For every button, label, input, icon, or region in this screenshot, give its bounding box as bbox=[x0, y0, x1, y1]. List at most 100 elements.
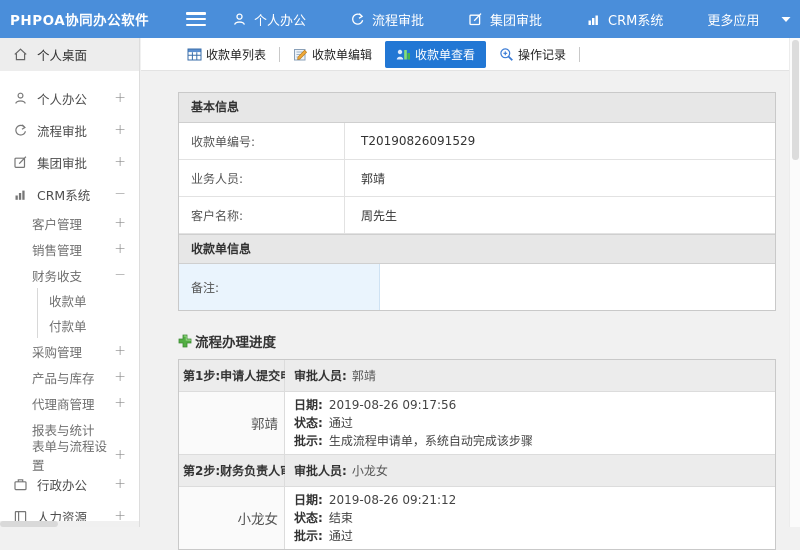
form-row-remark: 备注: bbox=[179, 264, 775, 310]
topnav-label: 集团审批 bbox=[490, 10, 542, 29]
topnav-label: 更多应用 bbox=[707, 10, 759, 29]
topnav-workflow-approval[interactable]: 流程审批 bbox=[350, 10, 424, 29]
tab-receipt-view[interactable]: 收款单查看 bbox=[385, 41, 486, 68]
detail-line-comment: 批示: 生成流程申请单，系统自动完成该步骤 bbox=[294, 432, 775, 450]
tab-label: 操作记录 bbox=[518, 46, 566, 63]
sidebar-item-label: 采购管理 bbox=[32, 342, 82, 361]
bar-chart-icon bbox=[13, 187, 28, 202]
tab-label: 收款单编辑 bbox=[312, 46, 372, 63]
main-area: 收款单列表 收款单编辑 收款单查看 操作记录 基本信息 收 bbox=[141, 38, 800, 527]
edit-icon bbox=[468, 12, 483, 27]
sidebar-item-label: 集团审批 bbox=[37, 153, 87, 172]
expand-indicator: + bbox=[114, 369, 126, 385]
topnav-more-apps[interactable]: 更多应用 bbox=[707, 10, 791, 29]
sidebar-item-purchase-mgmt[interactable]: 采购管理 + bbox=[0, 338, 139, 364]
receipt-view-content: 基本信息 收款单编号: T20190826091529 业务人员: 郭靖 客户名… bbox=[141, 71, 800, 550]
menu-toggle-icon[interactable] bbox=[186, 12, 206, 26]
flow-icon bbox=[350, 12, 365, 27]
expand-indicator: + bbox=[114, 343, 126, 359]
step-detail-lines: 日期:2019-08-26 09:21:12 状态:结束 批示:通过 bbox=[285, 487, 775, 549]
sidebar-item-personal-office[interactable]: 个人办公 + bbox=[0, 82, 139, 114]
sidebar-item-sales-mgmt[interactable]: 销售管理 + bbox=[0, 236, 139, 262]
bar-chart-icon bbox=[586, 12, 601, 27]
detail-label: 状态: bbox=[294, 416, 323, 430]
approver-value: 郭靖 bbox=[352, 369, 376, 383]
detail-label: 批示: bbox=[294, 434, 323, 448]
tab-receipt-edit[interactable]: 收款单编辑 bbox=[286, 42, 379, 67]
expand-indicator: + bbox=[114, 90, 126, 106]
sidebar-item-crm-system[interactable]: CRM系统 − bbox=[0, 178, 139, 210]
section-header-basic-info: 基本信息 bbox=[179, 93, 775, 123]
person-icon bbox=[13, 91, 28, 106]
sidebar-item-payment-order[interactable]: 付款单 bbox=[37, 313, 139, 338]
field-label: 收款单编号: bbox=[179, 123, 345, 159]
field-label: 业务人员: bbox=[179, 160, 345, 196]
edit-note-icon bbox=[293, 47, 308, 62]
briefcase-icon bbox=[13, 477, 28, 492]
sidebar-item-customer-mgmt[interactable]: 客户管理 + bbox=[0, 210, 139, 236]
edit-icon bbox=[13, 155, 28, 170]
form-row-business-person: 业务人员: 郭靖 bbox=[179, 160, 775, 197]
tab-separator bbox=[579, 47, 580, 62]
sidebar-item-label: 个人桌面 bbox=[37, 45, 87, 64]
sidebar-item-label: 产品与库存 bbox=[32, 368, 95, 387]
form-row-customer-name: 客户名称: 周先生 bbox=[179, 197, 775, 234]
tab-label: 收款单列表 bbox=[206, 46, 266, 63]
sidebar-item-finance[interactable]: 财务收支 − bbox=[0, 262, 139, 288]
horizontal-scrollbar[interactable] bbox=[0, 521, 140, 527]
sidebar-item-label: CRM系统 bbox=[37, 185, 90, 204]
field-label: 备注: bbox=[179, 264, 380, 310]
detail-value: 通过 bbox=[329, 529, 353, 543]
sidebar-item-group-approval[interactable]: 集团审批 + bbox=[0, 146, 139, 178]
detail-line-date: 日期:2019-08-26 09:17:56 bbox=[294, 396, 775, 414]
expand-indicator: + bbox=[114, 241, 126, 257]
sidebar-item-receipt-order[interactable]: 收款单 bbox=[37, 288, 139, 313]
add-icon bbox=[178, 334, 192, 348]
detail-value: 通过 bbox=[329, 416, 353, 430]
tab-operation-log[interactable]: 操作记录 bbox=[492, 42, 573, 67]
sidebar-item-label: 代理商管理 bbox=[32, 394, 95, 413]
topnav-label: CRM系统 bbox=[608, 10, 663, 29]
detail-value: 生成流程申请单，系统自动完成该步骤 bbox=[329, 434, 533, 448]
form-row-receipt-number: 收款单编号: T20190826091529 bbox=[179, 123, 775, 160]
sidebar-item-form-workflow-settings[interactable]: 表单与流程设置 + bbox=[0, 442, 139, 468]
workflow-progress-table: 第1步:申请人提交申请 审批人员:郭靖 郭靖 日期:2019-08-26 09:… bbox=[178, 359, 776, 550]
detail-value: 2019-08-26 09:17:56 bbox=[329, 398, 456, 412]
detail-line-date: 日期:2019-08-26 09:21:12 bbox=[294, 491, 775, 509]
field-value: T20190826091529 bbox=[345, 123, 775, 159]
topnav-personal-office[interactable]: 个人办公 bbox=[232, 10, 306, 29]
approver-value: 小龙女 bbox=[352, 464, 388, 478]
topnav-label: 个人办公 bbox=[254, 10, 306, 29]
vertical-scrollbar[interactable] bbox=[789, 38, 800, 527]
chevron-down-icon bbox=[781, 16, 791, 23]
topnav-crm-system[interactable]: CRM系统 bbox=[586, 10, 663, 29]
field-label: 客户名称: bbox=[179, 197, 345, 233]
receipt-detail-panel: 基本信息 收款单编号: T20190826091529 业务人员: 郭靖 客户名… bbox=[178, 92, 776, 311]
sidebar-item-label: 收款单 bbox=[49, 291, 87, 310]
detail-label: 批示: bbox=[294, 529, 323, 543]
sidebar-item-label: 个人办公 bbox=[37, 89, 87, 108]
workflow-progress-title: 流程办理进度 bbox=[178, 331, 776, 351]
detail-value: 结束 bbox=[329, 511, 353, 525]
step-name: 第1步:申请人提交申请 bbox=[179, 360, 285, 391]
step-detail-lines: 日期:2019-08-26 09:17:56 状态: 通过 批示: 生成流程申请单，… bbox=[285, 392, 775, 454]
expand-indicator: + bbox=[114, 476, 126, 492]
top-header: PHPOA协同办公软件 个人办公 流程审批 集团审批 CRM系统 bbox=[0, 0, 800, 38]
sidebar-item-agent-mgmt[interactable]: 代理商管理 + bbox=[0, 390, 139, 416]
workflow-step-detail: 郭靖 日期:2019-08-26 09:17:56 状态:通过 批示:生成流程申… bbox=[179, 392, 775, 455]
top-navigation: 个人办公 流程审批 集团审批 CRM系统 更多应用 bbox=[232, 10, 791, 29]
expand-indicator: + bbox=[114, 215, 126, 231]
sidebar-item-workflow-approval[interactable]: 流程审批 + bbox=[0, 114, 139, 146]
workflow-step-header: 第1步:申请人提交申请 审批人员:郭靖 bbox=[179, 360, 775, 392]
sidebar-item-personal-desktop[interactable]: 个人桌面 bbox=[0, 38, 139, 71]
detail-label: 日期: bbox=[294, 493, 323, 507]
tab-label: 收款单查看 bbox=[415, 46, 475, 63]
sidebar-item-label: 付款单 bbox=[49, 316, 87, 335]
table-icon bbox=[187, 47, 202, 62]
sidebar-item-product-inventory[interactable]: 产品与库存 + bbox=[0, 364, 139, 390]
tab-receipt-list[interactable]: 收款单列表 bbox=[180, 42, 273, 67]
sidebar-item-label: 销售管理 bbox=[32, 240, 82, 259]
expand-indicator: + bbox=[114, 447, 126, 463]
topnav-group-approval[interactable]: 集团审批 bbox=[468, 10, 542, 29]
detail-line-comment: 批示: 通过 bbox=[294, 527, 775, 545]
